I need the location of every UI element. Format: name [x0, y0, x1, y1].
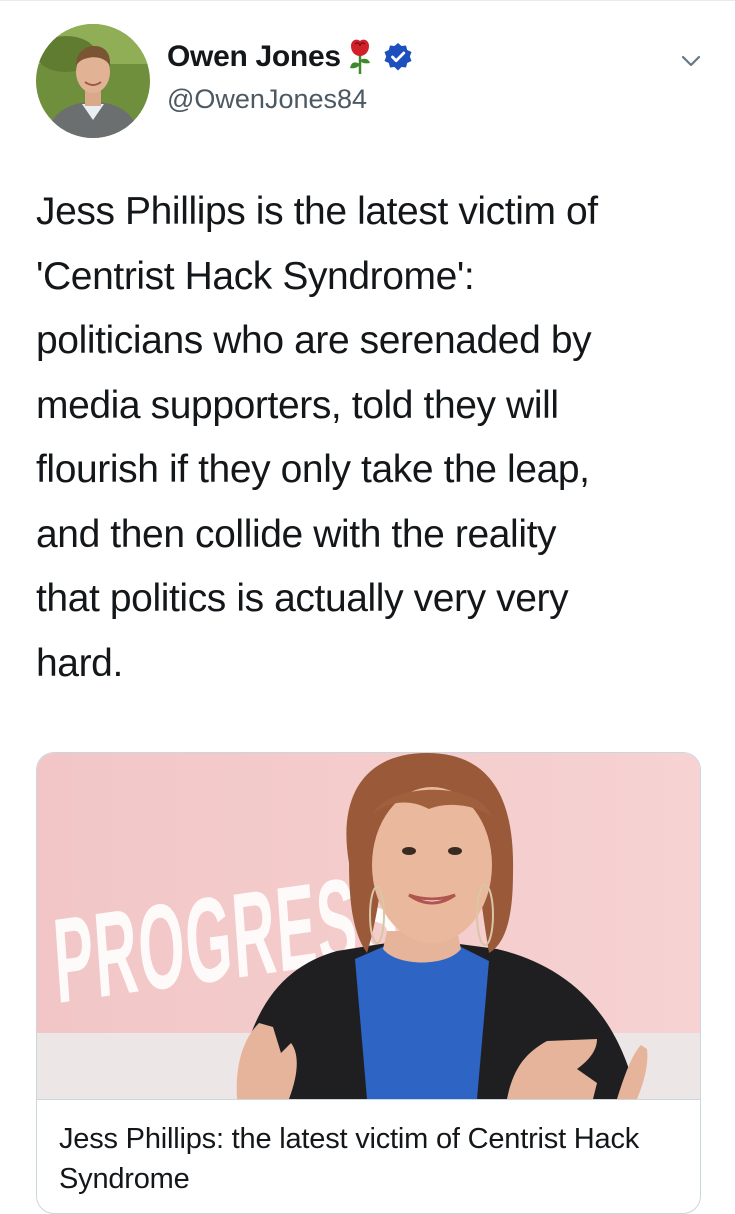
- card-title[interactable]: Jess Phillips: the latest victim of Cent…: [59, 1119, 689, 1199]
- card-photo: PROGRESS: [37, 753, 700, 1099]
- author-handle[interactable]: @OwenJones84: [167, 84, 367, 115]
- tweet-text: Jess Phillips is the latest victim of 'C…: [36, 190, 598, 685]
- avatar-image: [36, 24, 150, 138]
- verified-badge-icon: [384, 43, 412, 71]
- card-image[interactable]: PROGRESS: [37, 753, 700, 1099]
- rose-icon: [349, 39, 370, 74]
- link-card[interactable]: PROGRESS Jess Phillips: the latest victi…: [36, 752, 701, 1214]
- card-divider: [37, 1099, 700, 1100]
- author-name-row[interactable]: Owen Jones: [167, 38, 413, 76]
- top-divider: [0, 0, 735, 1]
- author-name[interactable]: Owen Jones: [167, 40, 341, 74]
- author-avatar[interactable]: [36, 24, 150, 138]
- chevron-down-icon[interactable]: [680, 50, 702, 72]
